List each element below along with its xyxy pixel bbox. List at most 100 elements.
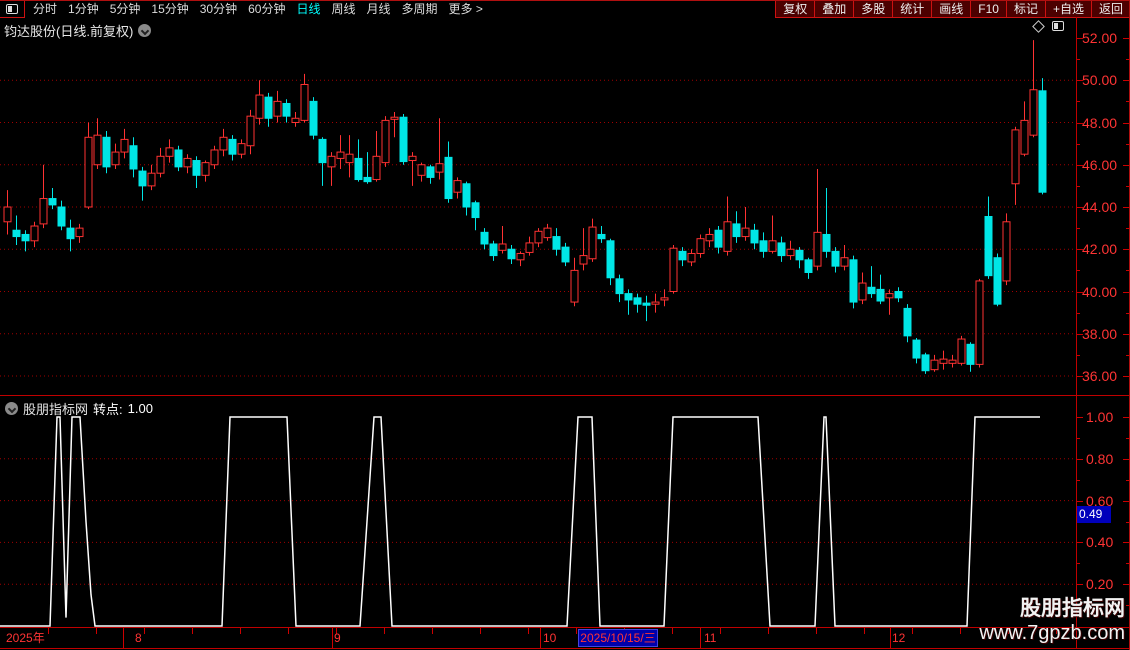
candle-body: [309, 100, 318, 136]
date-major-tick: [890, 628, 891, 648]
chevron-down-icon[interactable]: [5, 402, 18, 415]
indicator-tick: [1126, 521, 1129, 523]
candle-body: [408, 155, 417, 162]
price-tick: [1077, 333, 1083, 335]
candle-body: [282, 102, 291, 117]
menu-item-更多 >[interactable]: 更多 >: [449, 2, 483, 17]
price-tick: [1077, 270, 1080, 272]
date-minor-tick: [864, 628, 865, 634]
price-tick: [1126, 270, 1129, 272]
price-label: 38.00: [1082, 325, 1118, 342]
maximize-panel-icon[interactable]: [1052, 21, 1064, 31]
chart-corner-icons: [1032, 19, 1064, 33]
menu-item-日线[interactable]: 日线: [296, 2, 320, 17]
chevron-down-icon[interactable]: [138, 24, 152, 37]
candle-body: [318, 138, 327, 164]
toolbar-button-多股[interactable]: 多股: [853, 0, 893, 18]
date-minor-tick: [528, 628, 529, 634]
candle-body: [1002, 221, 1011, 282]
price-tick: [1077, 164, 1083, 166]
date-minor-tick: [432, 628, 433, 634]
candle-body: [48, 198, 57, 206]
price-tick: [1077, 291, 1083, 293]
candle-body: [57, 206, 66, 227]
candlestick-chart[interactable]: [0, 17, 1076, 395]
candle-body: [525, 242, 534, 253]
candle-body: [885, 293, 894, 299]
candle-body: [111, 151, 120, 166]
candle-body: [912, 339, 921, 359]
price-label: 36.00: [1082, 368, 1118, 384]
candle-body: [246, 115, 255, 147]
candle-body: [552, 236, 561, 250]
menu-item-15分钟[interactable]: 15分钟: [151, 2, 188, 17]
indicator-value-badge: 0.49: [1077, 506, 1111, 523]
candle-body: [444, 156, 453, 200]
price-tick: [1123, 207, 1129, 208]
indicator-line: [0, 416, 1040, 627]
candle-body: [957, 338, 966, 364]
price-tick: [1077, 354, 1080, 356]
toolbar-button-返回[interactable]: 返回: [1090, 0, 1130, 18]
diamond-marker-icon[interactable]: [1032, 19, 1045, 33]
window-panel-icon[interactable]: [0, 0, 25, 18]
price-tick: [1123, 80, 1129, 82]
candle-body: [489, 243, 498, 257]
menu-item-1分钟[interactable]: 1分钟: [68, 2, 99, 17]
candle-body: [732, 223, 741, 238]
candle-body: [480, 231, 489, 245]
candle-body: [102, 136, 111, 168]
date-minor-tick: [48, 628, 49, 634]
candle-body: [867, 286, 876, 295]
date-minor-tick: [240, 628, 241, 634]
price-tick: [1077, 376, 1083, 377]
indicator-tick: [1126, 605, 1129, 607]
menu-item-周线[interactable]: 周线: [331, 2, 355, 17]
menu-item-5分钟[interactable]: 5分钟: [110, 2, 141, 17]
candle-body: [534, 230, 543, 244]
candle-body: [705, 233, 714, 242]
candle-body: [831, 250, 840, 267]
candle-body: [192, 160, 201, 176]
menu-item-月线[interactable]: 月线: [367, 2, 391, 17]
menu-item-30分钟[interactable]: 30分钟: [200, 2, 237, 17]
candle-body: [219, 136, 228, 151]
bottom-border: [0, 648, 1130, 649]
indicator-tick: [1077, 417, 1083, 418]
toolbar-button-+自选[interactable]: +自选: [1044, 0, 1091, 18]
toolbar-button-F10[interactable]: F10: [970, 0, 1006, 18]
candle-body: [372, 155, 381, 181]
price-tick: [1077, 80, 1083, 82]
candle-body: [165, 147, 174, 157]
menu-item-60分钟[interactable]: 60分钟: [248, 2, 285, 17]
indicator-chart[interactable]: [0, 396, 1076, 627]
candle-body: [678, 250, 687, 261]
menu-item-多周期[interactable]: 多周期: [402, 2, 438, 17]
toolbar-button-统计[interactable]: 统计: [892, 0, 932, 18]
candle-body: [804, 259, 813, 273]
toolbar-button-复权[interactable]: 复权: [775, 0, 815, 18]
candle-body: [858, 282, 867, 301]
date-label-11: 11: [704, 631, 717, 645]
candle-body: [633, 297, 642, 305]
candle-body: [777, 242, 786, 257]
trading-app-window: 分时 1分钟 5分钟 15分钟 30分钟 60分钟 日线 周线 月线 多周期 更多 > 复权 叠加 多股…: [0, 0, 1130, 650]
indicator-tick: [1077, 542, 1083, 544]
indicator-tick: [1077, 458, 1083, 460]
menu-item-分时[interactable]: 分时: [33, 2, 57, 17]
toolbar-button-叠加[interactable]: 叠加: [814, 0, 854, 18]
candle-body: [1020, 119, 1029, 155]
toolbar-button-标记[interactable]: 标记: [1005, 0, 1045, 18]
date-minor-tick: [384, 628, 385, 634]
price-tick: [1077, 101, 1080, 103]
candle-body: [768, 240, 777, 252]
price-tick: [1123, 291, 1129, 293]
indicator-axis-label: 0.20: [1086, 576, 1114, 593]
toolbar-button-画线[interactable]: 画线: [931, 0, 971, 18]
candle-body: [606, 240, 615, 279]
date-minor-tick: [672, 628, 673, 634]
panel-divider[interactable]: [0, 395, 1130, 396]
date-label-9: 9: [334, 631, 341, 645]
candle-body: [507, 248, 516, 260]
price-tick: [1077, 122, 1083, 124]
